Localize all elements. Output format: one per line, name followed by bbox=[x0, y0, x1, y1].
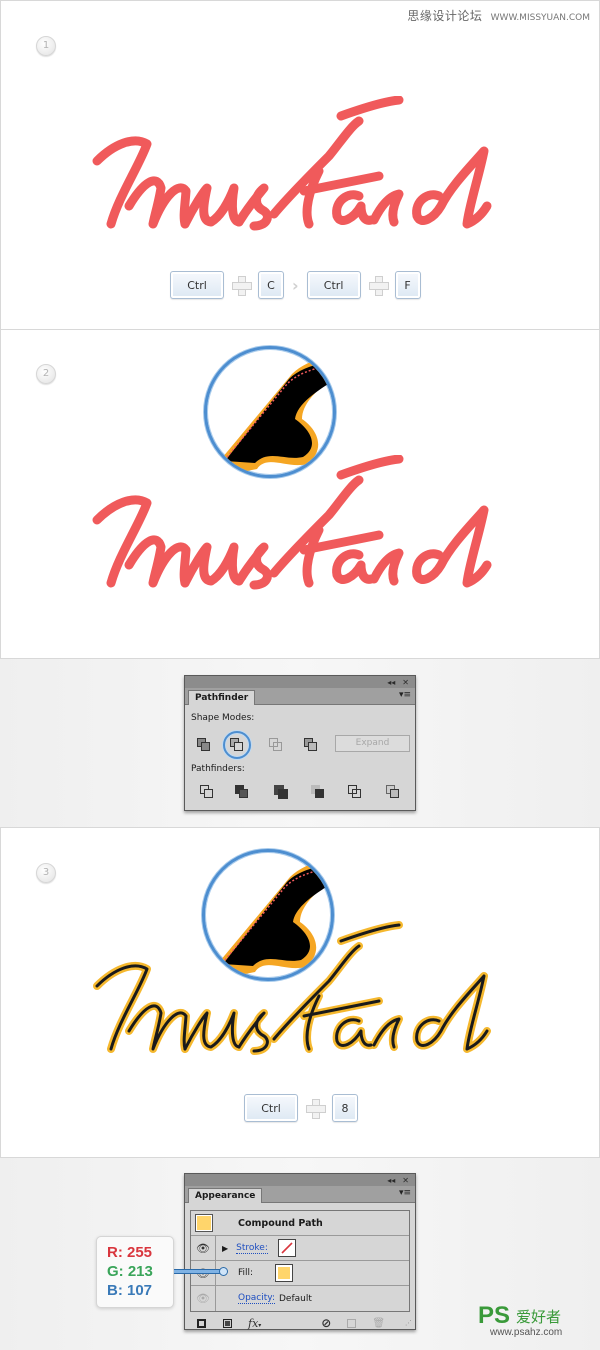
tab-appearance[interactable]: Appearance bbox=[188, 1188, 263, 1203]
visibility-eye-icon[interactable]: 👁 bbox=[191, 1236, 216, 1260]
opacity-link[interactable]: Opacity: bbox=[238, 1293, 275, 1304]
site-watermark: 思缘设计论坛 WWW.MISSYUAN.COM bbox=[407, 7, 590, 24]
rgb-g-value: G: 213 bbox=[107, 1263, 153, 1280]
rgb-callout: R: 255 G: 213 B: 107 bbox=[96, 1236, 174, 1308]
fill-swatch[interactable] bbox=[275, 1264, 294, 1282]
panel-menu-icon[interactable]: ▾≡ bbox=[399, 690, 411, 700]
rgb-r-value: R: 255 bbox=[107, 1244, 153, 1261]
shape-modes-label: Shape Modes: bbox=[191, 713, 255, 723]
plus-icon bbox=[232, 276, 252, 296]
expand-triangle-icon[interactable]: ▶ bbox=[222, 1244, 228, 1253]
panel-tab-bar: Appearance ▾≡ bbox=[185, 1186, 415, 1203]
close-icon[interactable]: ✕ bbox=[402, 1176, 409, 1185]
merge-icon[interactable] bbox=[274, 785, 288, 799]
step-1-section: 1 Ctrl C › Ctrl F bbox=[0, 0, 600, 330]
collapse-icon[interactable]: ◂◂ bbox=[387, 1176, 395, 1185]
crop-icon[interactable] bbox=[311, 785, 325, 799]
exclude-icon[interactable] bbox=[304, 738, 318, 752]
key-ctrl: Ctrl bbox=[170, 271, 224, 299]
stroke-swatch-none[interactable] bbox=[277, 1239, 296, 1257]
pathfinder-panel: ◂◂ ✕ Pathfinder ▾≡ Shape Modes: Expand P… bbox=[184, 675, 416, 811]
resize-grip-icon[interactable]: ⋰ bbox=[405, 1319, 412, 1327]
step-2-section: 2 bbox=[0, 329, 600, 659]
key-c: C bbox=[258, 271, 284, 299]
close-icon[interactable]: ✕ bbox=[402, 678, 409, 687]
appearance-header-row: Compound Path bbox=[191, 1211, 409, 1236]
mustard-lettering-gold bbox=[93, 921, 491, 1055]
watermark-url: WWW.MISSYUAN.COM bbox=[490, 13, 590, 23]
stroke-row[interactable]: 👁 ▶ Stroke: bbox=[191, 1236, 409, 1261]
panel-tab-bar: Pathfinder ▾≡ bbox=[185, 688, 415, 705]
tab-pathfinder[interactable]: Pathfinder bbox=[188, 690, 256, 705]
plus-icon bbox=[306, 1099, 326, 1119]
plus-icon bbox=[368, 276, 389, 296]
opacity-row[interactable]: 👁 Opacity: Default bbox=[191, 1286, 409, 1311]
appearance-attributes-list: Compound Path 👁 ▶ Stroke: 👁 Fill: 👁 Opac… bbox=[190, 1210, 410, 1312]
clear-appearance-icon[interactable]: ⊘ bbox=[321, 1316, 331, 1330]
unite-icon[interactable] bbox=[197, 738, 211, 752]
fill-label[interactable]: Fill: bbox=[238, 1268, 253, 1278]
logo-cn-text: 爱好者 bbox=[516, 1308, 562, 1326]
step-number-badge: 1 bbox=[36, 36, 56, 56]
intersect-icon[interactable] bbox=[269, 738, 283, 752]
trim-icon[interactable] bbox=[235, 785, 249, 799]
add-new-stroke-icon[interactable] bbox=[197, 1318, 206, 1328]
object-thumbnail bbox=[194, 1214, 213, 1232]
step-number-badge: 2 bbox=[36, 364, 56, 384]
minus-back-icon[interactable] bbox=[386, 785, 400, 799]
appearance-bottom-toolbar: fx▾ ⊘ 🗑 ⋰ bbox=[185, 1314, 415, 1332]
key-8: 8 bbox=[332, 1094, 358, 1122]
panel-titlebar: ◂◂ ✕ bbox=[185, 676, 415, 688]
add-new-fill-icon[interactable] bbox=[223, 1318, 232, 1328]
logo-ps: PS bbox=[478, 1302, 511, 1329]
callout-connector-dot bbox=[219, 1267, 228, 1276]
key-ctrl: Ctrl bbox=[244, 1094, 298, 1122]
visibility-eye-icon-disabled: 👁 bbox=[191, 1286, 216, 1311]
pathfinders-label: Pathfinders: bbox=[191, 764, 245, 774]
collapse-icon[interactable]: ◂◂ bbox=[387, 678, 395, 687]
object-type-label: Compound Path bbox=[238, 1217, 323, 1229]
rgb-b-value: B: 107 bbox=[107, 1282, 153, 1299]
key-f: F bbox=[394, 271, 421, 299]
panel-menu-icon[interactable]: ▾≡ bbox=[399, 1188, 411, 1198]
chevron-right-icon: › bbox=[292, 275, 299, 295]
divide-icon[interactable] bbox=[200, 785, 214, 799]
key-ctrl: Ctrl bbox=[306, 271, 361, 299]
callout-connector bbox=[174, 1269, 222, 1274]
logo-url: www.psahz.com bbox=[490, 1327, 563, 1338]
add-new-effect-icon[interactable]: fx▾ bbox=[248, 1317, 261, 1330]
step-number-badge: 3 bbox=[36, 863, 56, 883]
watermark-site-name: 思缘设计论坛 bbox=[407, 9, 483, 23]
expand-button[interactable]: Expand bbox=[335, 735, 410, 752]
opacity-value: Default bbox=[279, 1293, 312, 1304]
appearance-panel: ◂◂ ✕ Appearance ▾≡ Compound Path 👁 ▶ Str… bbox=[184, 1173, 416, 1330]
step-3-section: 3 Ctrl 8 bbox=[0, 827, 600, 1158]
delete-item-icon: 🗑 bbox=[372, 1317, 386, 1329]
psahz-logo: PS 爱好者 www.psahz.com bbox=[476, 1302, 588, 1342]
outline-icon[interactable] bbox=[348, 785, 362, 799]
mustard-lettering-red bbox=[92, 455, 492, 590]
duplicate-item-icon bbox=[347, 1318, 357, 1328]
panel-titlebar: ◂◂ ✕ bbox=[185, 1174, 415, 1186]
shortcut-make-compound-path: Ctrl 8 bbox=[244, 1094, 358, 1122]
minus-front-icon[interactable] bbox=[230, 738, 244, 752]
mustard-lettering-red bbox=[92, 96, 492, 231]
shortcut-copy-paste-in-front: Ctrl C › Ctrl F bbox=[170, 271, 421, 299]
stroke-link[interactable]: Stroke: bbox=[236, 1243, 268, 1254]
